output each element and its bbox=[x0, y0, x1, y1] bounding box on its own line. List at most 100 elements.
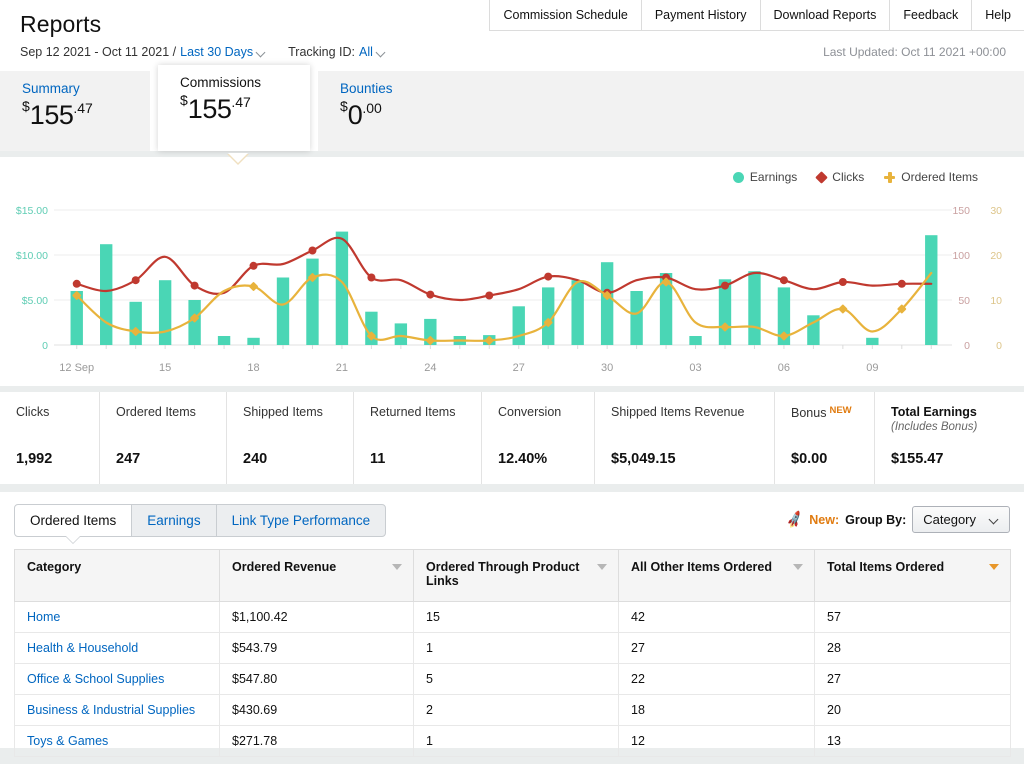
col-ordered-revenue[interactable]: Ordered Revenue bbox=[219, 549, 414, 602]
tab-link-type-performance[interactable]: Link Type Performance bbox=[215, 504, 387, 537]
chart-legend: Earnings Clicks Ordered Items bbox=[0, 167, 1024, 187]
sort-arrow-icon-total-items-ordered[interactable] bbox=[989, 564, 999, 570]
tab-earnings[interactable]: Earnings bbox=[131, 504, 217, 537]
currency-symbol: $ bbox=[22, 98, 30, 114]
group-by-new-label: New: bbox=[809, 512, 840, 527]
cell-total-items-ordered: 57 bbox=[814, 601, 1011, 633]
group-by-control: 🚀 New: Group By: Category bbox=[784, 506, 1010, 533]
metric-conversion: Conversion 12.40% bbox=[482, 392, 595, 484]
nav-feedback[interactable]: Feedback bbox=[889, 0, 972, 31]
svg-text:50: 50 bbox=[958, 295, 970, 307]
legend-label-earnings: Earnings bbox=[749, 170, 798, 184]
group-by-select[interactable]: Category bbox=[912, 506, 1010, 533]
metric-returned-items-label: Returned Items bbox=[370, 405, 456, 419]
new-badge: NEW bbox=[829, 405, 852, 416]
cell-category[interactable]: Health & Household bbox=[14, 632, 220, 664]
cell-category[interactable]: Toys & Games bbox=[14, 725, 220, 757]
metric-conversion-label: Conversion bbox=[498, 405, 562, 419]
svg-text:0: 0 bbox=[996, 340, 1002, 352]
amount-cents: .47 bbox=[73, 100, 93, 116]
category-link[interactable]: Toys & Games bbox=[27, 734, 108, 748]
table-row: Home $1,100.42 15 42 57 bbox=[14, 601, 1011, 633]
summary-tab-commissions[interactable]: Commissions $155.47 bbox=[158, 65, 310, 151]
amount-whole: 0 bbox=[347, 100, 363, 130]
svg-text:$10.00: $10.00 bbox=[16, 250, 48, 262]
cell-all-other-items-ordered: 42 bbox=[618, 601, 815, 633]
cell-ordered-revenue: $430.69 bbox=[219, 694, 414, 726]
category-link[interactable]: Health & Household bbox=[27, 641, 138, 655]
table-body: Home $1,100.42 15 42 57 Health & Household $54… bbox=[14, 601, 1011, 757]
summary-tab-commissions-label: Commissions bbox=[180, 75, 262, 90]
legend-item-clicks[interactable]: Clicks bbox=[815, 170, 864, 184]
x-axis-tick-label: 09 bbox=[866, 362, 879, 374]
report-table-panel: Ordered Items Earnings Link Type Perform… bbox=[0, 492, 1024, 757]
clicks-diamond-icon bbox=[815, 170, 829, 184]
svg-text:0: 0 bbox=[964, 340, 970, 352]
metric-returned-items: Returned Items 11 bbox=[354, 392, 482, 484]
svg-text:$5.00: $5.00 bbox=[22, 295, 48, 307]
category-link[interactable]: Office & School Supplies bbox=[27, 672, 164, 686]
metric-bonus-value: $0.00 bbox=[791, 451, 828, 467]
rocket-icon: 🚀 bbox=[784, 509, 806, 529]
cell-category[interactable]: Office & School Supplies bbox=[14, 663, 220, 695]
x-axis-tick-label: 18 bbox=[247, 362, 260, 374]
col-ordered-through-links[interactable]: Ordered Through Product Links bbox=[413, 549, 619, 602]
metric-shipped-items-value: 240 bbox=[243, 451, 268, 467]
ordered-items-cross-icon bbox=[884, 171, 896, 183]
legend-label-ordered-items: Ordered Items bbox=[901, 170, 978, 184]
tab-ordered-items[interactable]: Ordered Items bbox=[14, 504, 133, 537]
metric-shipped-items: Shipped Items 240 bbox=[227, 392, 354, 484]
summary-tab-summary-value: $155.47 bbox=[22, 99, 150, 129]
sort-arrow-icon-ordered-through-links[interactable] bbox=[597, 564, 607, 570]
earnings-circle-icon bbox=[732, 171, 744, 183]
cell-ordered-through-links: 1 bbox=[413, 632, 619, 664]
sort-arrow-icon-all-other-items[interactable] bbox=[793, 564, 803, 570]
cell-all-other-items-ordered: 18 bbox=[618, 694, 815, 726]
nav-help[interactable]: Help bbox=[971, 0, 1024, 31]
col-category[interactable]: Category bbox=[14, 549, 220, 602]
legend-item-ordered-items[interactable]: Ordered Items bbox=[884, 170, 978, 184]
legend-item-earnings[interactable]: Earnings bbox=[732, 170, 798, 184]
nav-payment-history[interactable]: Payment History bbox=[640, 0, 760, 31]
metrics-strip: Clicks 1,992 Ordered Items 247 Shipped I… bbox=[0, 392, 1024, 484]
date-range-preset-link[interactable]: Last 30 Days bbox=[180, 45, 253, 59]
cell-ordered-revenue: $543.79 bbox=[219, 632, 414, 664]
table-row: Toys & Games $271.78 1 12 13 bbox=[14, 725, 1011, 757]
category-link[interactable]: Home bbox=[27, 610, 60, 624]
chevron-down-icon-tracking[interactable] bbox=[377, 47, 386, 56]
cell-ordered-through-links: 2 bbox=[413, 694, 619, 726]
summary-tab-summary-label: Summary bbox=[22, 81, 80, 96]
cell-all-other-items-ordered: 22 bbox=[618, 663, 815, 695]
cell-ordered-revenue: $271.78 bbox=[219, 725, 414, 757]
metric-shipped-items-revenue: Shipped Items Revenue $5,049.15 bbox=[595, 392, 775, 484]
tracking-id-label: Tracking ID: bbox=[288, 45, 356, 59]
category-link[interactable]: Business & Industrial Supplies bbox=[27, 703, 195, 717]
col-total-items-ordered[interactable]: Total Items Ordered bbox=[814, 549, 1011, 602]
chart-plot-area: 0 $5.00 $10.00 $15.00 0 50 100 150 0 10 20 30 bbox=[0, 191, 1024, 361]
x-axis-tick-label: 27 bbox=[512, 362, 525, 374]
nav-download-reports[interactable]: Download Reports bbox=[759, 0, 890, 31]
summary-tab-commissions-value: $155.47 bbox=[180, 93, 310, 123]
col-total-items-ordered-label: Total Items Ordered bbox=[827, 560, 945, 574]
svg-text:20: 20 bbox=[990, 250, 1002, 262]
metric-returned-items-value: 11 bbox=[370, 451, 386, 467]
summary-tab-summary[interactable]: Summary $155.47 bbox=[0, 71, 150, 151]
cell-all-other-items-ordered: 27 bbox=[618, 632, 815, 664]
chart-x-axis: 12 Sep 15 18 21 24 27 30 03 06 09 bbox=[0, 362, 1024, 380]
tracking-id-value-link[interactable]: All bbox=[359, 45, 373, 59]
cell-category[interactable]: Home bbox=[14, 601, 220, 633]
sort-arrow-icon-ordered-revenue[interactable] bbox=[392, 564, 402, 570]
summary-tabs: Summary $155.47 Commissions $155.47 Boun… bbox=[0, 65, 1024, 165]
metric-bonus-label: Bonus NEW bbox=[791, 405, 874, 420]
cell-category[interactable]: Business & Industrial Supplies bbox=[14, 694, 220, 726]
cell-ordered-through-links: 1 bbox=[413, 725, 619, 757]
amount-cents: .47 bbox=[231, 94, 251, 110]
nav-commission-schedule[interactable]: Commission Schedule bbox=[489, 0, 641, 31]
filter-bar: Sep 12 2021 - Oct 11 2021 / Last 30 Days… bbox=[0, 38, 1024, 59]
amount-whole: 155 bbox=[29, 100, 74, 130]
summary-tab-bounties[interactable]: Bounties $0.00 bbox=[318, 71, 468, 151]
metric-ordered-items-value: 247 bbox=[116, 451, 141, 467]
group-by-selected-value: Category bbox=[923, 512, 976, 527]
chevron-down-icon-daterange[interactable] bbox=[257, 47, 266, 56]
col-all-other-items-ordered[interactable]: All Other Items Ordered bbox=[618, 549, 815, 602]
